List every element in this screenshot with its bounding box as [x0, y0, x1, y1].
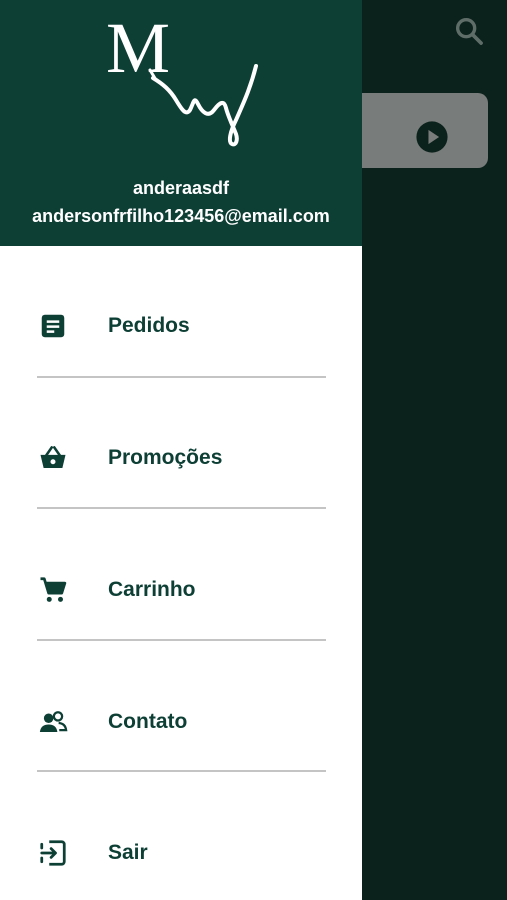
- logout-icon: [40, 840, 66, 866]
- background-card[interactable]: [340, 93, 488, 168]
- contacts-icon: [39, 711, 68, 732]
- basket-icon: [40, 446, 66, 468]
- menu-item-label: Promoções: [108, 446, 223, 469]
- menu-item-pedidos[interactable]: Pedidos: [0, 268, 362, 378]
- menu-item-label: Carrinho: [108, 578, 196, 601]
- menu-item-label: Pedidos: [108, 314, 190, 337]
- search-icon[interactable]: [452, 14, 486, 48]
- user-name: anderaasdf: [132, 178, 230, 198]
- menu-item-label: Sair: [108, 841, 148, 864]
- cart-icon: [40, 577, 67, 602]
- menu-item-label: Contato: [108, 710, 188, 733]
- user-email: andersonfrfilho123456@email.com: [32, 206, 330, 226]
- divider: [37, 507, 326, 509]
- app-screen: M anderaasdf andersonfrfilho123456@email…: [0, 0, 507, 900]
- receipt-icon: [41, 314, 65, 338]
- navigation-drawer: M anderaasdf andersonfrfilho123456@email…: [0, 0, 362, 900]
- menu-item-sair[interactable]: Sair: [0, 795, 362, 900]
- menu-item-carrinho[interactable]: Carrinho: [0, 532, 362, 642]
- play-circle-icon[interactable]: [415, 120, 449, 154]
- svg-text:M: M: [106, 8, 170, 88]
- divider: [37, 770, 326, 772]
- divider: [37, 639, 326, 641]
- drawer-header: M anderaasdf andersonfrfilho123456@email…: [0, 0, 362, 246]
- divider: [37, 376, 326, 378]
- menu-item-promocoes[interactable]: Promoções: [0, 400, 362, 510]
- brand-logo: M: [106, 8, 258, 147]
- menu-item-contato[interactable]: Contato: [0, 664, 362, 774]
